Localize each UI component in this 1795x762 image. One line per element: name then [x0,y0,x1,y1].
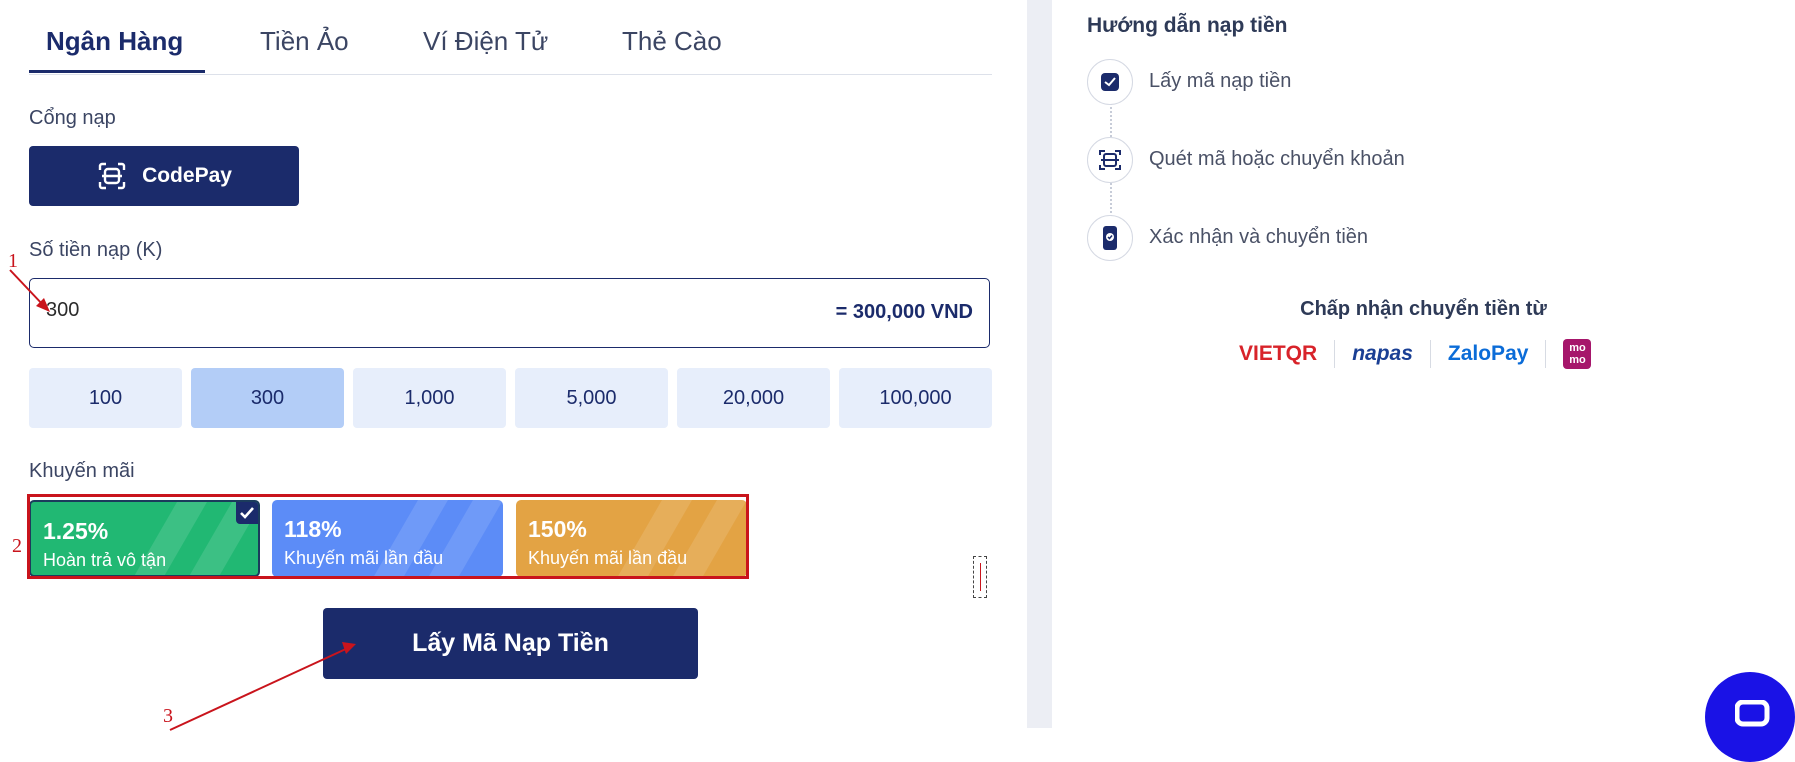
scan-icon [1087,137,1133,183]
annotation-arrows [9,269,356,731]
payment-logos: VIETQR napas ZaloPay mo mo [1222,336,1608,372]
zalopay-logo: ZaloPay [1431,340,1547,368]
clipboard-check-icon [1087,59,1133,105]
accepted-sources-title: Chấp nhận chuyển tiền từ [1300,298,1547,320]
step-3-text: Xác nhận và chuyển tiền [1149,226,1369,248]
annotation-number-3: 3 [163,705,173,727]
annotation-number-2: 2 [12,535,22,557]
phone-check-icon [1087,215,1133,261]
napas-logo: napas [1335,340,1431,368]
annotation-number-1: 1 [8,250,18,272]
momo-logo: mo mo [1546,339,1608,369]
deposit-panel: Ngân Hàng Tiền Ảo Ví Điện Tử Thẻ Cào Cổn… [0,0,1026,744]
guide-panel: Hướng dẫn nạp tiền Lấy mã nạp tiền Quét … [1052,0,1795,744]
vietqr-logo: VIETQR [1222,340,1336,368]
chat-icon [1735,700,1770,727]
panel-divider [1027,0,1052,728]
step-2-text: Quét mã hoặc chuyển khoản [1149,148,1405,170]
guide-title: Hướng dẫn nạp tiền [1087,14,1288,37]
momo-logo-text: mo mo [1563,339,1592,369]
chat-widget-button[interactable] [1705,672,1795,762]
step-1-text: Lấy mã nạp tiền [1149,70,1292,92]
